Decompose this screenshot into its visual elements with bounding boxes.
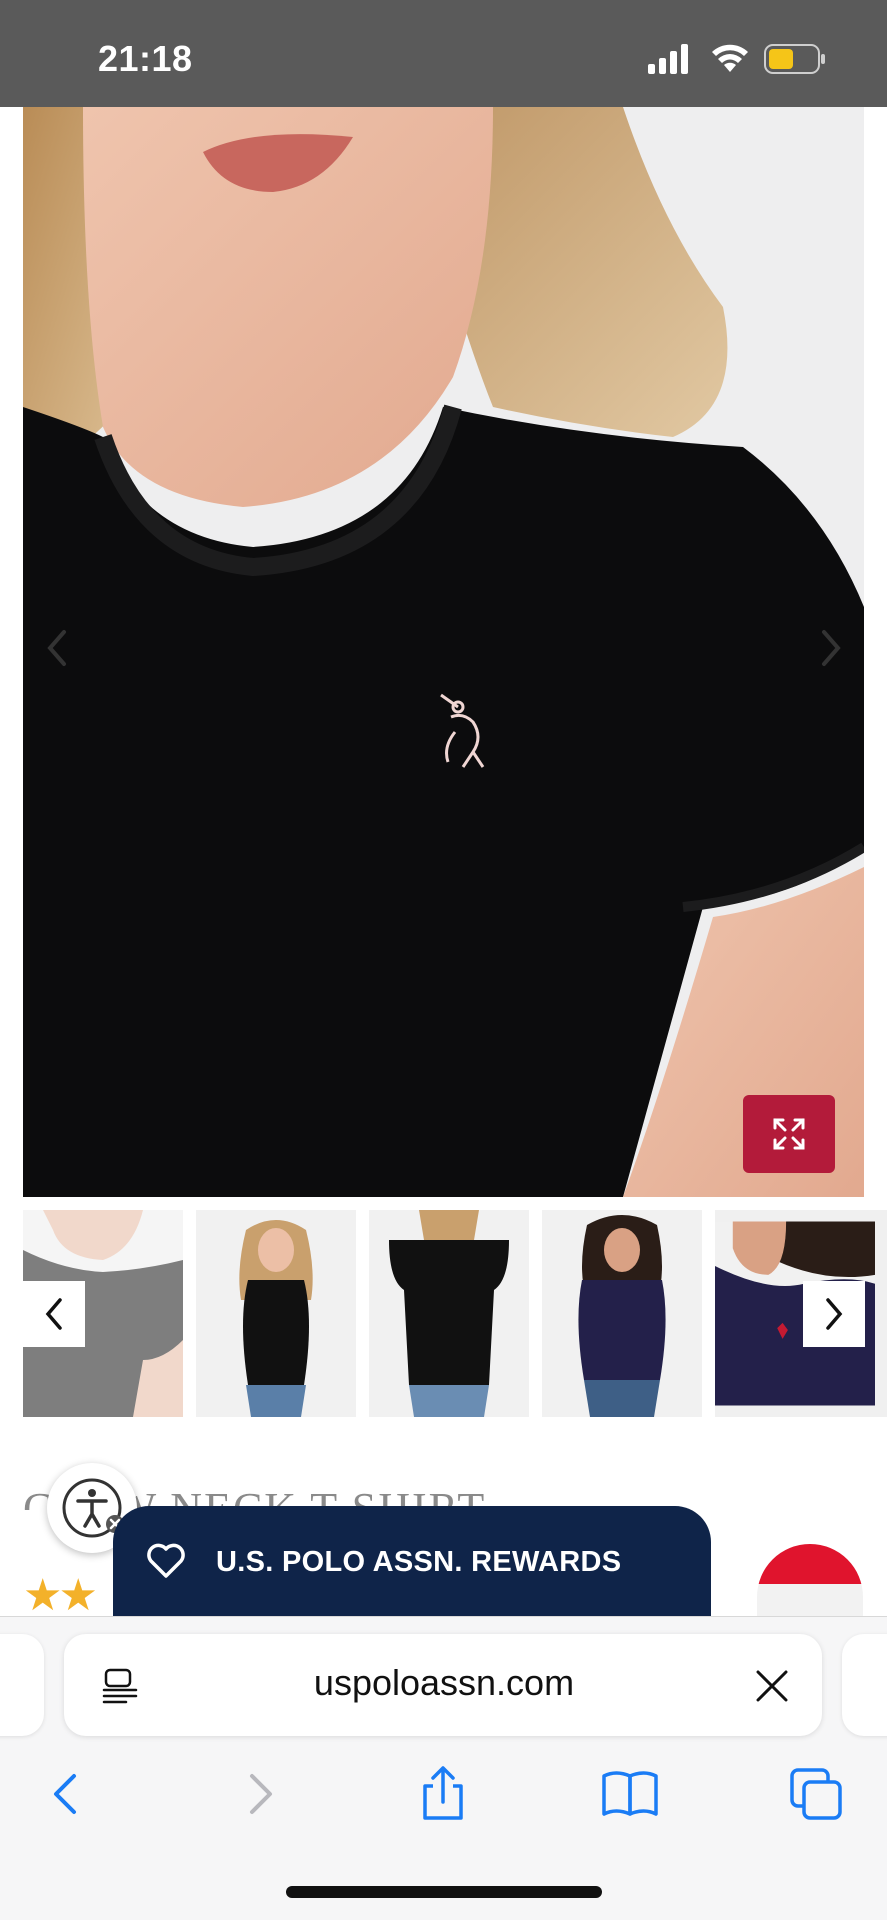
close-icon[interactable] [752, 1666, 792, 1706]
status-time: 21:18 [98, 38, 193, 79]
reader-mode-icon[interactable] [100, 1666, 140, 1706]
tabs-icon[interactable] [786, 1764, 846, 1824]
gallery-next-button[interactable] [810, 618, 850, 678]
url-text[interactable]: uspoloassn.com [200, 1662, 688, 1704]
thumbnail-4[interactable] [542, 1210, 702, 1417]
wifi-icon [712, 44, 748, 72]
status-bar: 21:18 [0, 0, 887, 107]
signal-icon [648, 44, 688, 74]
back-icon[interactable] [38, 1764, 98, 1824]
thumbnail-strip [23, 1210, 887, 1418]
product-photo [23, 107, 864, 1197]
battery-icon [764, 44, 825, 74]
thumbnail-next-button[interactable] [803, 1281, 865, 1347]
chevron-right-icon [826, 1298, 843, 1330]
rating-stars: ★★ [23, 1571, 98, 1620]
gallery-prev-button[interactable] [38, 618, 78, 678]
home-indicator [286, 1886, 602, 1898]
share-icon[interactable] [413, 1764, 473, 1824]
thumbnail-prev-button[interactable] [23, 1281, 85, 1347]
thumbnail-3[interactable] [369, 1210, 529, 1417]
heart-icon [147, 1543, 185, 1578]
previous-tab-preview[interactable] [0, 1634, 44, 1736]
forward-icon[interactable] [228, 1764, 288, 1824]
next-tab-preview[interactable] [842, 1634, 887, 1736]
thumbnail-2[interactable] [196, 1210, 356, 1417]
bookmarks-icon[interactable] [600, 1764, 660, 1824]
rewards-label: U.S. POLO ASSN. REWARDS [216, 1546, 622, 1578]
expand-image-button[interactable] [743, 1095, 835, 1173]
expand-arrows-icon [773, 1118, 805, 1150]
product-main-image[interactable] [23, 107, 864, 1197]
chevron-left-icon [45, 1298, 62, 1330]
